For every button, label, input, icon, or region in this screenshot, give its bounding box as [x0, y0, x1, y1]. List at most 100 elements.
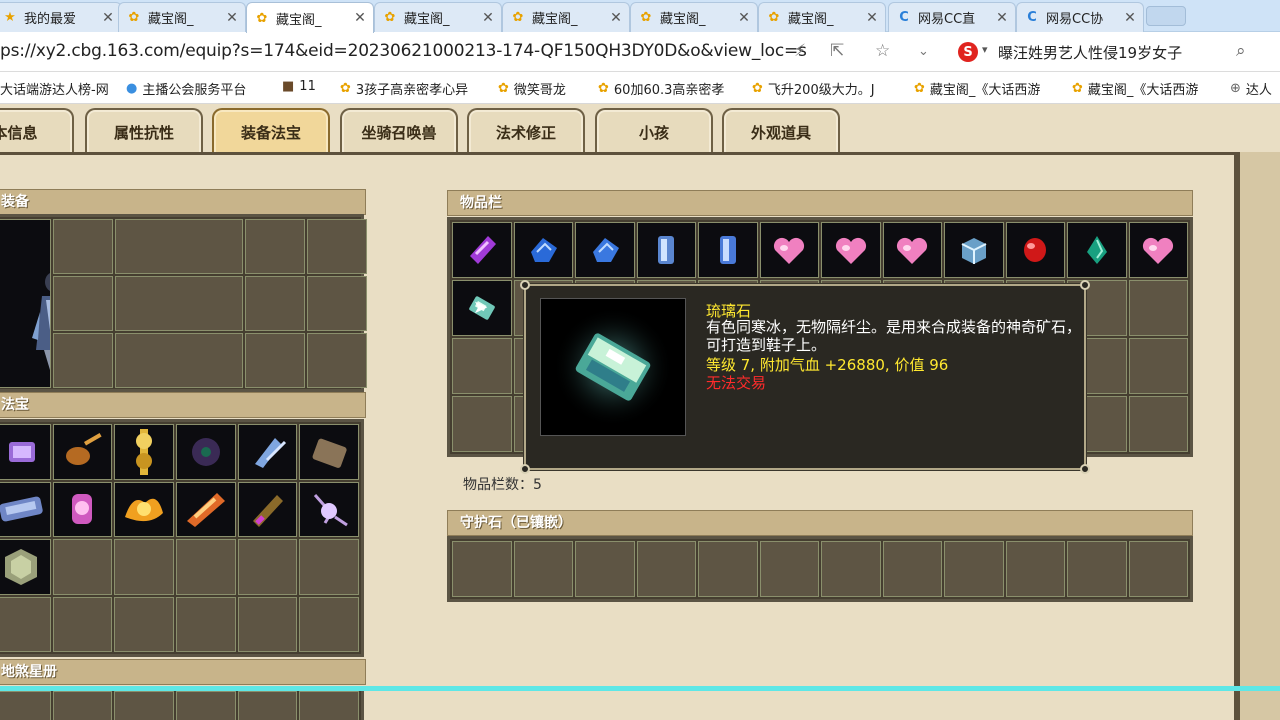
inventory-slot[interactable]	[759, 222, 819, 278]
equip-slot[interactable]	[115, 219, 243, 274]
chevron-down-icon[interactable]: ⌄	[918, 44, 929, 59]
bookmark-item[interactable]: ✿ 60加60.3高亲密孝	[598, 79, 724, 98]
new-tab-button[interactable]	[1146, 6, 1186, 26]
browser-tab-cbg-3[interactable]: ✿ 藏宝阁_ ✕	[374, 2, 502, 32]
treasure-slot[interactable]	[114, 424, 174, 480]
inventory-slot[interactable]	[1005, 222, 1065, 278]
guard-stone-slot[interactable]	[513, 541, 573, 597]
search-engine-icon[interactable]: S	[958, 42, 978, 62]
tab-child[interactable]: 小孩	[595, 108, 713, 154]
treasure-slot[interactable]	[52, 596, 113, 652]
treasure-slot[interactable]	[0, 596, 51, 652]
inventory-slot[interactable]	[821, 222, 881, 278]
star-book-slot[interactable]	[176, 691, 236, 720]
treasure-slot[interactable]	[299, 424, 359, 480]
guard-stone-slot[interactable]	[759, 541, 819, 597]
guard-stone-slot[interactable]	[698, 541, 758, 597]
treasure-slot[interactable]	[176, 424, 236, 480]
guard-stone-slot[interactable]	[1128, 541, 1188, 597]
bookmark-item[interactable]: 大话端游达人榜-网	[0, 79, 109, 98]
close-icon[interactable]: ✕	[225, 10, 239, 26]
tab-spell-correction[interactable]: 法术修正	[467, 108, 585, 154]
guard-stone-slot[interactable]	[636, 541, 696, 597]
treasure-slot[interactable]	[237, 481, 298, 537]
star-book-slot[interactable]	[114, 691, 174, 720]
bookmark-star-icon[interactable]: ☆	[875, 41, 890, 61]
browser-tab-cbg-5[interactable]: ✿ 藏宝阁_ ✕	[630, 2, 758, 32]
tab-basic-info[interactable]: 本信息	[0, 108, 74, 154]
guard-stone-slot[interactable]	[575, 541, 635, 597]
equip-slot[interactable]	[307, 333, 367, 388]
browser-tab-favorites[interactable]: ★ 我的最爱 ✕	[0, 2, 122, 32]
tab-equipment-treasure[interactable]: 装备法宝	[212, 108, 330, 154]
equip-slot[interactable]	[53, 219, 113, 274]
guard-stone-slot[interactable]	[452, 541, 512, 597]
inventory-slot[interactable]	[1128, 222, 1188, 278]
browser-tab-cbg-4[interactable]: ✿ 藏宝阁_ ✕	[502, 2, 630, 32]
treasure-slot[interactable]	[52, 539, 113, 595]
treasure-slot[interactable]	[237, 424, 298, 480]
inventory-slot[interactable]	[452, 222, 512, 278]
treasure-slot[interactable]	[0, 539, 51, 595]
close-icon[interactable]: ✕	[609, 10, 623, 26]
inventory-slot[interactable]	[698, 222, 758, 278]
close-icon[interactable]: ✕	[865, 10, 879, 26]
inventory-slot[interactable]	[1128, 280, 1188, 336]
inventory-slot[interactable]	[575, 222, 635, 278]
equip-slot[interactable]	[53, 333, 113, 388]
bookmark-item[interactable]: ■ 11	[282, 79, 316, 94]
url-input[interactable]: ps://xy2.cbg.163.com/equip?s=174&eid=202…	[0, 41, 807, 61]
bookmark-item[interactable]: ✿ 微笑哥龙	[498, 79, 566, 98]
treasure-slot[interactable]	[299, 539, 359, 595]
equip-slot[interactable]	[307, 219, 367, 274]
star-book-slot[interactable]	[0, 691, 51, 720]
treasure-slot[interactable]	[299, 481, 359, 537]
equip-slot[interactable]	[245, 276, 305, 331]
inventory-slot[interactable]	[452, 338, 512, 394]
treasure-slot[interactable]	[52, 424, 113, 480]
tab-appearance[interactable]: 外观道具	[722, 108, 840, 154]
equip-slot[interactable]	[245, 333, 305, 388]
caret-down-icon[interactable]: ▾	[982, 43, 988, 56]
treasure-slot[interactable]	[0, 424, 51, 480]
bookmark-item[interactable]: ✿ 飞升200级大力。J	[752, 79, 875, 98]
equip-slot[interactable]	[115, 333, 243, 388]
close-icon[interactable]: ✕	[1123, 10, 1137, 26]
search-icon[interactable]: ⌕	[1236, 41, 1246, 61]
equip-slot[interactable]	[53, 276, 113, 331]
guard-stone-slot[interactable]	[944, 541, 1004, 597]
inventory-slot[interactable]	[1067, 222, 1127, 278]
treasure-slot[interactable]	[52, 481, 113, 537]
bookmark-item[interactable]: ⊕ 达人	[1230, 79, 1272, 98]
close-icon[interactable]: ✕	[481, 10, 495, 26]
treasure-slot[interactable]	[0, 481, 51, 537]
treasure-slot[interactable]	[176, 481, 236, 537]
guard-stone-slot[interactable]	[882, 541, 942, 597]
search-input[interactable]: 曝汪姓男艺人性侵19岁女子	[998, 42, 1182, 63]
equip-slot[interactable]	[245, 219, 305, 274]
browser-tab-cbg-active[interactable]: ✿ 藏宝阁_ ✕	[246, 2, 374, 33]
lightning-icon[interactable]: ⚡	[794, 41, 806, 61]
tab-mount-pet[interactable]: 坐骑召唤兽	[340, 108, 458, 154]
inventory-slot[interactable]	[882, 222, 942, 278]
bookmark-item[interactable]: ✿ 藏宝阁_《大话西游	[914, 79, 1040, 98]
close-icon[interactable]: ✕	[101, 10, 115, 26]
equip-slot[interactable]	[307, 276, 367, 331]
guard-stone-slot[interactable]	[821, 541, 881, 597]
treasure-slot[interactable]	[237, 596, 298, 652]
treasure-slot[interactable]	[237, 539, 298, 595]
inventory-slot[interactable]	[513, 222, 573, 278]
tab-attribute-resistance[interactable]: 属性抗性	[85, 108, 203, 154]
equip-slot[interactable]	[115, 276, 243, 331]
treasure-slot[interactable]	[176, 539, 236, 595]
close-icon[interactable]: ✕	[353, 10, 367, 26]
bookmark-item[interactable]: ● 主播公会服务平台	[126, 79, 246, 98]
browser-tab-cc-1[interactable]: C 网易CC直 ✕	[888, 2, 1016, 32]
inventory-slot[interactable]	[1128, 338, 1188, 394]
share-icon[interactable]: ⇱	[830, 41, 844, 61]
treasure-slot[interactable]	[299, 596, 359, 652]
inventory-slot[interactable]	[1128, 396, 1188, 452]
star-book-slot[interactable]	[52, 691, 113, 720]
close-icon[interactable]: ✕	[737, 10, 751, 26]
star-book-slot[interactable]	[237, 691, 298, 720]
